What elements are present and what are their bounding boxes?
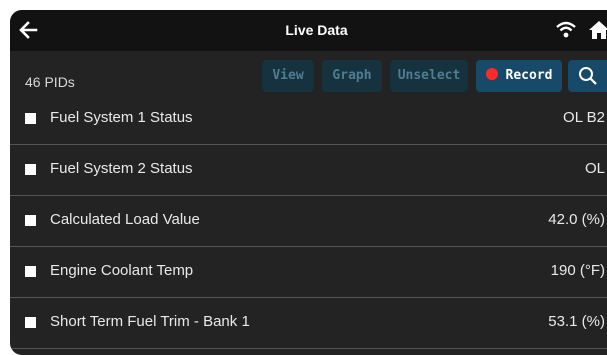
pid-row[interactable]: Calculated Load Value 42.0 (%): [10, 196, 607, 247]
pid-checkbox[interactable]: [25, 317, 36, 328]
pid-checkbox[interactable]: [25, 266, 36, 277]
graph-button[interactable]: Graph: [322, 60, 382, 92]
top-bar: Live Data: [10, 10, 607, 51]
page-title: Live Data: [285, 22, 348, 38]
search-icon: [579, 67, 597, 85]
pid-label: Engine Coolant Temp: [50, 262, 194, 279]
home-icon[interactable]: [588, 19, 607, 41]
pid-checkbox[interactable]: [25, 164, 36, 175]
pid-row[interactable]: Engine Coolant Temp 190 (°F): [10, 247, 607, 298]
app-window: Live Data 46 PIDs View Graph Unselect Re…: [10, 10, 607, 355]
pid-row[interactable]: Fuel System 1 Status OL B2: [10, 94, 607, 145]
pid-count: 46 PIDs: [25, 74, 75, 90]
view-button[interactable]: View: [262, 60, 314, 92]
pid-value: OL: [584, 160, 605, 177]
pid-label: Fuel System 1 Status: [50, 109, 193, 126]
wifi-icon: [556, 21, 576, 38]
record-dot-icon: [485, 68, 498, 80]
pid-row[interactable]: Fuel System 2 Status OL: [10, 145, 607, 196]
pid-value: OL B2: [563, 109, 605, 126]
pid-value: 53.1 (%): [548, 313, 605, 330]
unselect-button[interactable]: Unselect: [390, 60, 468, 92]
record-label: Record: [505, 68, 553, 83]
pid-checkbox[interactable]: [25, 215, 36, 226]
pid-value: 42.0 (%): [548, 211, 605, 228]
pid-label: Short Term Fuel Trim - Bank 1: [50, 313, 250, 330]
record-button[interactable]: Record: [476, 60, 562, 92]
pid-label: Fuel System 2 Status: [50, 160, 193, 177]
pid-value: 190 (°F): [550, 262, 605, 279]
pid-checkbox[interactable]: [25, 113, 36, 124]
pid-row[interactable]: Short Term Fuel Trim - Bank 1 53.1 (%): [10, 298, 607, 349]
search-button[interactable]: [568, 60, 607, 92]
pid-label: Calculated Load Value: [50, 211, 200, 228]
